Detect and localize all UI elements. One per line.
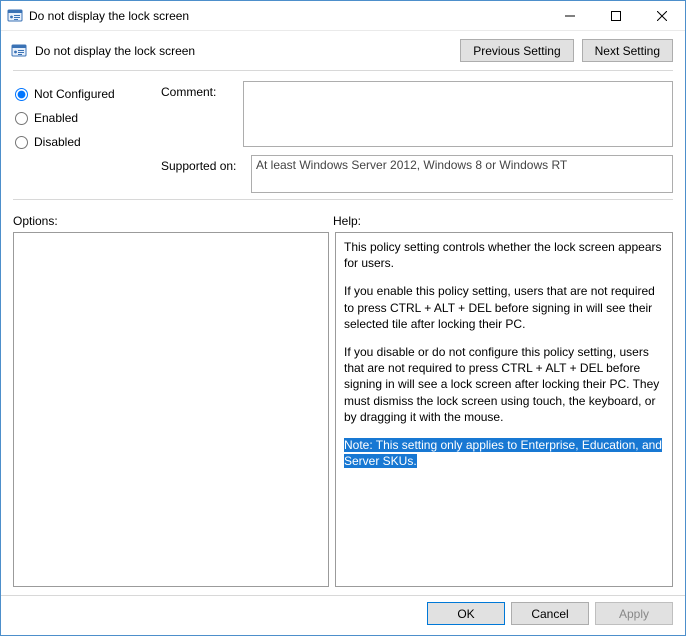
pane-labels: Options: Help:	[1, 204, 685, 232]
comment-textarea[interactable]	[243, 81, 673, 147]
help-note-highlight: Note: This setting only applies to Enter…	[344, 438, 662, 468]
titlebar: Do not display the lock screen	[1, 1, 685, 31]
footer: OK Cancel Apply	[1, 595, 685, 635]
radio-disabled-input[interactable]	[15, 136, 28, 149]
next-setting-button[interactable]: Next Setting	[582, 39, 673, 62]
radio-not-configured[interactable]: Not Configured	[15, 87, 155, 101]
supported-on-label: Supported on:	[161, 155, 251, 173]
separator	[13, 70, 673, 71]
radio-enabled-input[interactable]	[15, 112, 28, 125]
help-pane[interactable]: This policy setting controls whether the…	[335, 232, 673, 587]
separator	[13, 199, 673, 200]
window-controls	[547, 1, 685, 30]
close-button[interactable]	[639, 1, 685, 30]
maximize-button[interactable]	[593, 1, 639, 30]
help-paragraph: If you disable or do not configure this …	[344, 344, 664, 425]
window-title: Do not display the lock screen	[29, 9, 547, 23]
options-pane[interactable]	[13, 232, 329, 587]
state-radios: Not Configured Enabled Disabled	[15, 81, 155, 149]
options-label: Options:	[13, 214, 333, 228]
radio-enabled-label: Enabled	[34, 111, 78, 125]
policy-icon	[11, 43, 27, 59]
radio-not-configured-input[interactable]	[15, 88, 28, 101]
supported-on-row: Supported on: At least Windows Server 20…	[161, 155, 673, 193]
help-paragraph: This policy setting controls whether the…	[344, 239, 664, 271]
ok-button[interactable]: OK	[427, 602, 505, 625]
apply-button[interactable]: Apply	[595, 602, 673, 625]
radio-enabled[interactable]: Enabled	[15, 111, 155, 125]
help-note: Note: This setting only applies to Enter…	[344, 437, 664, 469]
header-row: Do not display the lock screen Previous …	[1, 31, 685, 66]
minimize-button[interactable]	[547, 1, 593, 30]
panes: This policy setting controls whether the…	[1, 232, 685, 595]
radio-disabled-label: Disabled	[34, 135, 81, 149]
policy-name: Do not display the lock screen	[35, 44, 452, 58]
comment-label: Comment:	[161, 81, 237, 149]
previous-setting-button[interactable]: Previous Setting	[460, 39, 573, 62]
app-icon	[7, 8, 23, 24]
radio-disabled[interactable]: Disabled	[15, 135, 155, 149]
config-section: Not Configured Enabled Disabled Comment:…	[1, 75, 685, 195]
cancel-button[interactable]: Cancel	[511, 602, 589, 625]
radio-not-configured-label: Not Configured	[34, 87, 115, 101]
help-label: Help:	[333, 214, 361, 228]
help-paragraph: If you enable this policy setting, users…	[344, 283, 664, 332]
dialog-window: Do not display the lock screen D	[0, 0, 686, 636]
supported-on-textarea: At least Windows Server 2012, Windows 8 …	[251, 155, 673, 193]
